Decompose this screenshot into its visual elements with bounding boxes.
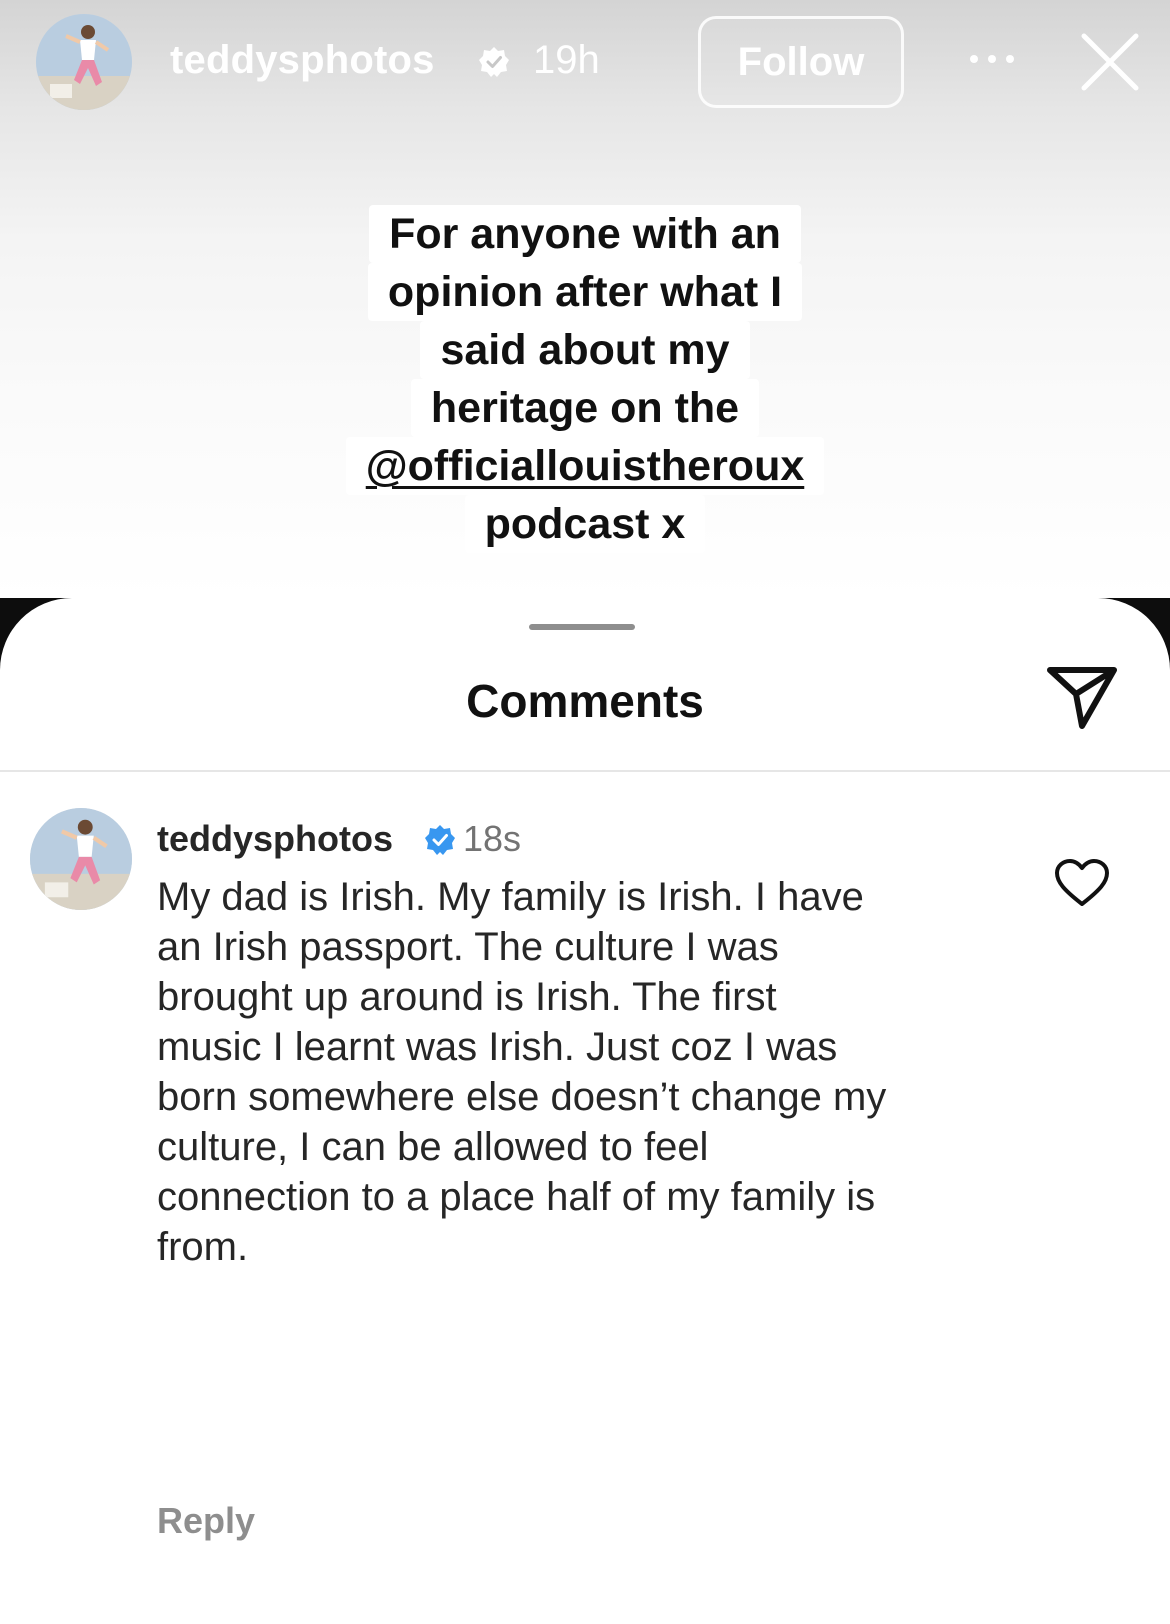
sheet-drag-handle[interactable]: [529, 624, 635, 630]
close-icon[interactable]: [1078, 30, 1142, 94]
heart-outline-icon[interactable]: [1054, 858, 1110, 908]
comment-line: brought up around is Irish. The first: [157, 975, 777, 1019]
follow-button[interactable]: Follow: [698, 16, 904, 108]
send-icon[interactable]: [1046, 664, 1118, 730]
caption-line: For anyone with an: [369, 205, 801, 263]
comment-line: born somewhere else doesn’t change my: [157, 1075, 887, 1119]
story-timestamp: 19h: [533, 38, 600, 82]
reply-button[interactable]: Reply: [157, 1500, 255, 1542]
caption-line: said about my: [420, 321, 750, 379]
comment-line: an Irish passport. The culture I was: [157, 925, 779, 969]
comment-line: music I learnt was Irish. Just coz I was: [157, 1025, 838, 1069]
story-view: teddysphotos 19h Follow For anyone with …: [0, 0, 1170, 640]
verified-badge-icon: [425, 825, 455, 855]
story-username[interactable]: teddysphotos: [170, 38, 435, 83]
comment-line: My dad is Irish. My family is Irish. I h…: [157, 875, 864, 919]
caption-mention-link[interactable]: @officiallouistheroux: [345, 437, 825, 495]
divider: [0, 770, 1170, 772]
story-header: teddysphotos 19h Follow: [0, 0, 1170, 130]
verified-badge-icon: [479, 47, 509, 77]
comment-text: My dad is Irish. My family is Irish. I h…: [157, 872, 1017, 1272]
comment-line: connection to a place half of my family …: [157, 1175, 876, 1219]
comment-line: from.: [157, 1225, 249, 1269]
avatar[interactable]: [30, 808, 132, 910]
avatar[interactable]: [36, 14, 132, 110]
story-caption: For anyone with an opinion after what I …: [0, 205, 1170, 553]
comment-username[interactable]: teddysphotos: [157, 818, 393, 860]
comment-timestamp: 18s: [463, 818, 522, 859]
comment-line: culture, I can be allowed to feel: [157, 1125, 709, 1169]
caption-line: heritage on the: [410, 379, 760, 437]
more-horizontal-icon[interactable]: [964, 44, 1020, 74]
caption-line: podcast x: [464, 495, 706, 553]
comments-sheet: Comments teddysphotos 18s My dad is Iris…: [0, 598, 1170, 1624]
caption-line: opinion after what I: [367, 263, 803, 321]
comments-title: Comments: [466, 675, 704, 727]
